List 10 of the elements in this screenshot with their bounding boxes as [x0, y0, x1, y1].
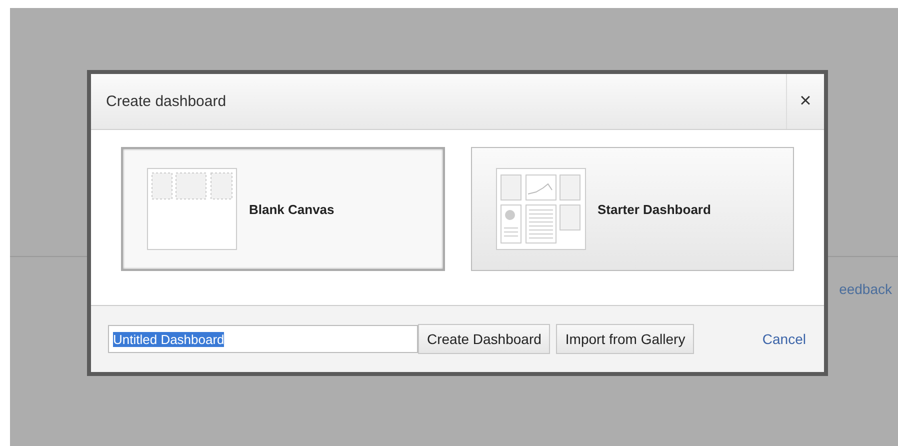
template-option[interactable]: Blank Canvas	[121, 147, 444, 271]
cancel-link[interactable]: Cancel	[762, 331, 806, 347]
dashboard-name-field[interactable]: Untitled Dashboard	[108, 325, 418, 353]
template-option[interactable]: Starter Dashboard	[470, 147, 794, 271]
dialog-title: Create dashboard	[105, 93, 226, 110]
close-button[interactable]: ×	[786, 74, 824, 129]
dialog-button[interactable]: Import from Gallery	[556, 324, 694, 354]
dashboard-layout-icon	[496, 168, 586, 250]
dialog-button[interactable]: Create Dashboard	[418, 324, 550, 354]
blank-layout-icon	[147, 168, 237, 250]
